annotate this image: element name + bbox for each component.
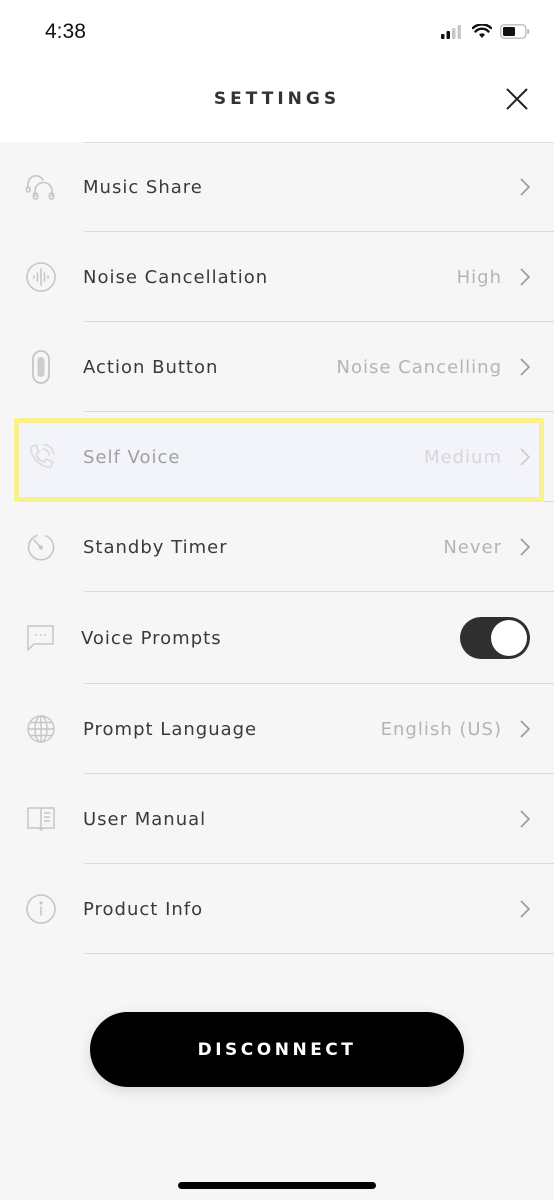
- chevron-right-icon: [520, 358, 531, 376]
- home-indicator[interactable]: [178, 1182, 376, 1189]
- headphones-share-icon: [24, 170, 58, 204]
- voice-prompts-toggle[interactable]: [460, 617, 530, 659]
- chevron-right-icon: [520, 448, 531, 466]
- setting-label: Product Info: [83, 898, 204, 920]
- setting-label: User Manual: [83, 808, 207, 830]
- setting-label: Noise Cancellation: [83, 266, 269, 288]
- setting-user-manual[interactable]: User Manual: [0, 774, 554, 864]
- setting-label: Voice Prompts: [81, 627, 222, 649]
- timer-icon: [24, 530, 58, 564]
- setting-value: Never: [443, 536, 502, 558]
- close-icon: [506, 88, 528, 110]
- toggle-knob: [491, 620, 527, 656]
- earbud-button-icon: [24, 350, 58, 384]
- disconnect-button[interactable]: DISCONNECT: [90, 1012, 464, 1087]
- setting-action-button[interactable]: Action Button Noise Cancelling: [0, 322, 554, 412]
- setting-self-voice[interactable]: Self Voice Medium: [0, 412, 554, 502]
- setting-value: Noise Cancelling: [336, 356, 502, 378]
- setting-value: Medium: [424, 446, 502, 468]
- settings-list: Music Share Noise Cancellation High Acti…: [0, 142, 554, 954]
- setting-value: English (US): [380, 718, 502, 740]
- status-bar: 4:38: [0, 0, 554, 64]
- status-time: 4:38: [45, 20, 86, 43]
- chevron-right-icon: [520, 178, 531, 196]
- setting-voice-prompts: Voice Prompts: [0, 592, 554, 684]
- chevron-right-icon: [520, 900, 531, 918]
- chevron-right-icon: [520, 720, 531, 738]
- setting-label: Self Voice: [83, 446, 181, 468]
- setting-label: Action Button: [83, 356, 219, 378]
- setting-music-share[interactable]: Music Share: [0, 142, 554, 232]
- setting-standby-timer[interactable]: Standby Timer Never: [0, 502, 554, 592]
- setting-product-info[interactable]: Product Info: [0, 864, 554, 954]
- chevron-right-icon: [520, 810, 531, 828]
- chevron-right-icon: [520, 268, 531, 286]
- setting-prompt-language[interactable]: Prompt Language English (US): [0, 684, 554, 774]
- book-icon: [24, 802, 58, 836]
- cellular-signal-icon: [441, 24, 461, 39]
- setting-label: Standby Timer: [83, 536, 228, 558]
- globe-icon: [24, 712, 58, 746]
- sound-wave-icon: [24, 260, 58, 294]
- setting-label: Music Share: [83, 176, 203, 198]
- battery-icon: [500, 24, 530, 39]
- wifi-icon: [472, 24, 492, 38]
- status-icons: [440, 24, 530, 39]
- setting-value: High: [456, 266, 502, 288]
- setting-label: Prompt Language: [83, 718, 258, 740]
- info-icon: [24, 892, 58, 926]
- chat-bubble-icon: [24, 621, 58, 655]
- close-button[interactable]: [504, 86, 530, 112]
- phone-call-icon: [24, 440, 58, 474]
- chevron-right-icon: [520, 538, 531, 556]
- page-title: SETTINGS: [213, 89, 341, 109]
- setting-noise-cancellation[interactable]: Noise Cancellation High: [0, 232, 554, 322]
- header: SETTINGS: [0, 64, 554, 142]
